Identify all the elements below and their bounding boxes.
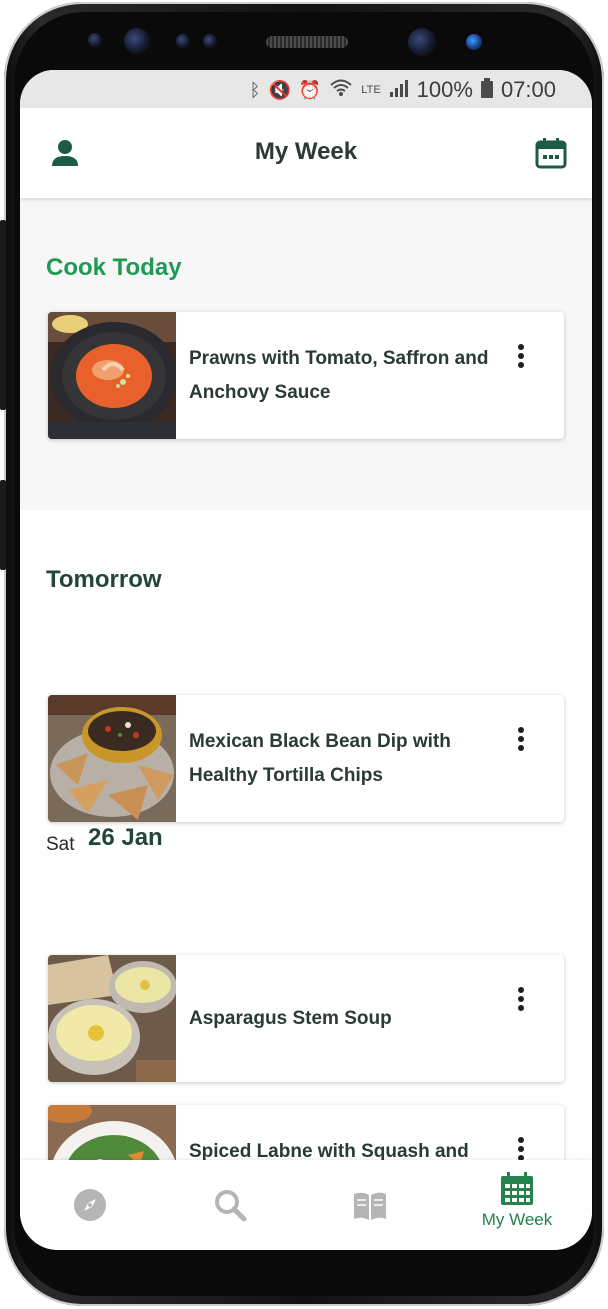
nav-my-week[interactable]: My Week xyxy=(447,1160,587,1250)
recipe-title: Mexican Black Bean Dip with Healthy Tort… xyxy=(189,730,451,786)
nav-cookbook[interactable] xyxy=(300,1160,440,1250)
status-bar: ᛒ 🔇 ⏰ LTE 100% 07:00 xyxy=(20,70,592,108)
front-sensor xyxy=(88,33,102,47)
recipe-title: Prawns with Tomato, Saffron and Anchovy … xyxy=(189,347,489,403)
signal-icon xyxy=(389,79,409,102)
recipe-card[interactable]: Mexican Black Bean Dip with Healthy Tort… xyxy=(48,695,564,822)
cook-today-section: Cook Today Prawns with Tomato, Saffron a… xyxy=(20,198,592,510)
day-date: 26 Jan xyxy=(88,824,163,851)
bluetooth-icon: ᛒ xyxy=(249,80,261,100)
mute-icon: 🔇 xyxy=(268,80,291,100)
recipe-card[interactable]: Asparagus Stem Soup xyxy=(48,955,564,1082)
recipe-thumbnail xyxy=(48,695,176,822)
app-bar: My Week xyxy=(20,108,592,198)
lte-label: LTE xyxy=(361,84,381,96)
volume-button xyxy=(0,220,6,410)
iris-scanner xyxy=(466,34,482,50)
light-sensor xyxy=(203,34,217,48)
bottom-nav: My Week xyxy=(20,1160,592,1250)
book-icon xyxy=(354,1192,386,1220)
recipe-title: Asparagus Stem Soup xyxy=(189,1007,392,1029)
nav-discover[interactable] xyxy=(20,1160,160,1250)
more-options-icon[interactable] xyxy=(516,987,526,1015)
search-icon xyxy=(215,1190,247,1222)
more-options-icon[interactable] xyxy=(516,344,526,372)
proximity-sensor xyxy=(176,34,190,48)
clock: 07:00 xyxy=(500,77,556,102)
compass-icon xyxy=(74,1189,106,1221)
front-camera xyxy=(408,28,436,56)
alarm-icon: ⏰ xyxy=(298,80,322,100)
page-title: My Week xyxy=(254,138,358,165)
more-options-icon[interactable] xyxy=(516,727,526,755)
calendar-icon[interactable] xyxy=(534,136,568,170)
wifi-icon xyxy=(329,78,353,103)
status-icons: ᛒ 🔇 ⏰ LTE 100% 07:00 xyxy=(250,77,556,103)
battery-percent: 100% xyxy=(416,77,473,102)
front-camera-left xyxy=(124,28,150,54)
screen: ᛒ 🔇 ⏰ LTE 100% 07:00 My Week Cook Today … xyxy=(20,70,592,1250)
section-title-tomorrow: Tomorrow xyxy=(46,566,162,593)
nav-my-week-label: My Week xyxy=(481,1210,553,1229)
recipe-card[interactable]: Prawns with Tomato, Saffron and Anchovy … xyxy=(48,312,564,439)
section-title-cook-today: Cook Today xyxy=(46,254,182,281)
battery-icon xyxy=(480,77,493,103)
day-weekday: Sat xyxy=(46,834,75,855)
recipe-thumbnail xyxy=(48,312,176,439)
side-button xyxy=(0,480,6,570)
recipe-thumbnail xyxy=(48,955,176,1082)
nav-search[interactable] xyxy=(160,1160,300,1250)
calendar-grid-icon xyxy=(501,1172,533,1205)
main-content: Cook Today Prawns with Tomato, Saffron a… xyxy=(20,198,592,1232)
earpiece-speaker xyxy=(266,36,348,48)
